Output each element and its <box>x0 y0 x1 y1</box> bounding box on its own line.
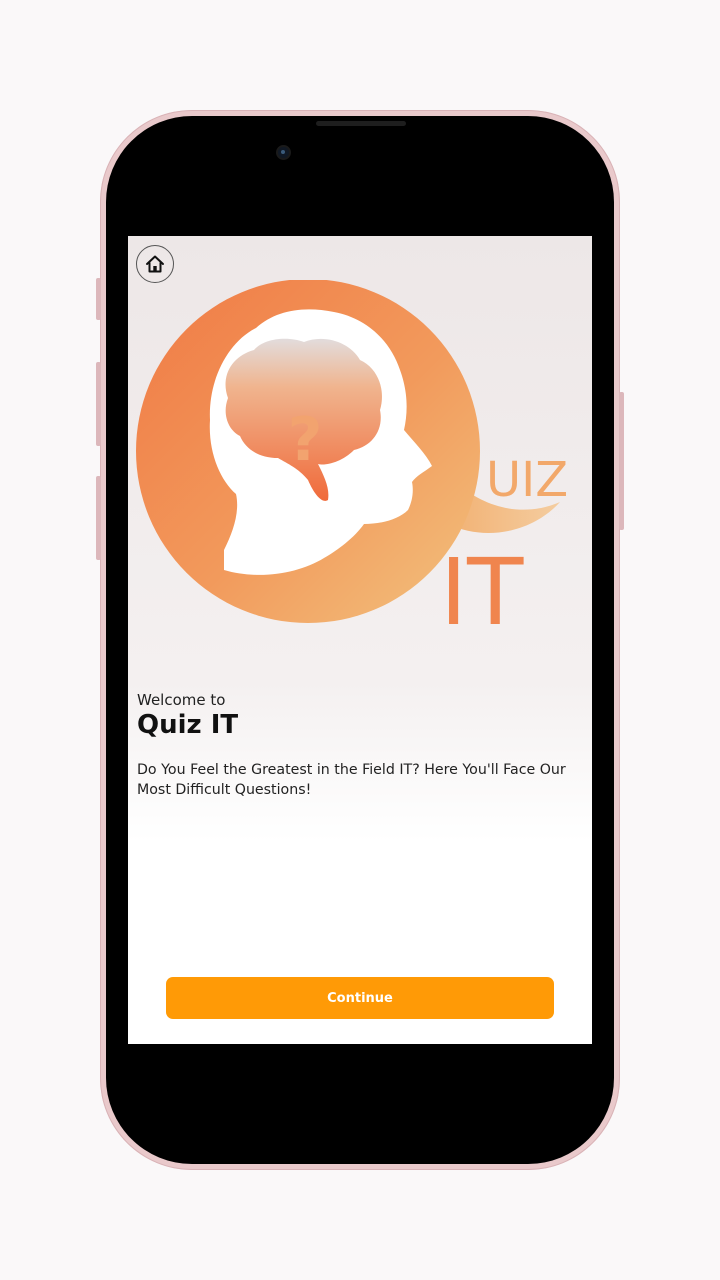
logo-text-uiz: UIZ <box>486 452 568 508</box>
logo-question-mark: ? <box>288 405 323 475</box>
phone-volume-up-button <box>96 362 101 446</box>
quiz-it-logo: ? UIZ IT <box>136 280 568 640</box>
app-screen: ? UIZ IT Welcome to Quiz IT Do You Feel … <box>128 236 592 1044</box>
phone-silent-switch <box>96 278 101 320</box>
home-button[interactable] <box>136 245 174 283</box>
welcome-subtitle: Welcome to <box>137 691 226 709</box>
phone-power-button <box>619 392 624 530</box>
app-title: Quiz IT <box>137 710 239 740</box>
app-description: Do You Feel the Greatest in the Field IT… <box>137 762 566 798</box>
home-icon <box>146 255 164 273</box>
continue-button[interactable]: Continue <box>166 977 554 1019</box>
front-camera <box>278 147 289 158</box>
phone-volume-down-button <box>96 476 101 560</box>
logo-text-it: IT <box>440 539 524 640</box>
phone-speaker <box>316 121 406 126</box>
